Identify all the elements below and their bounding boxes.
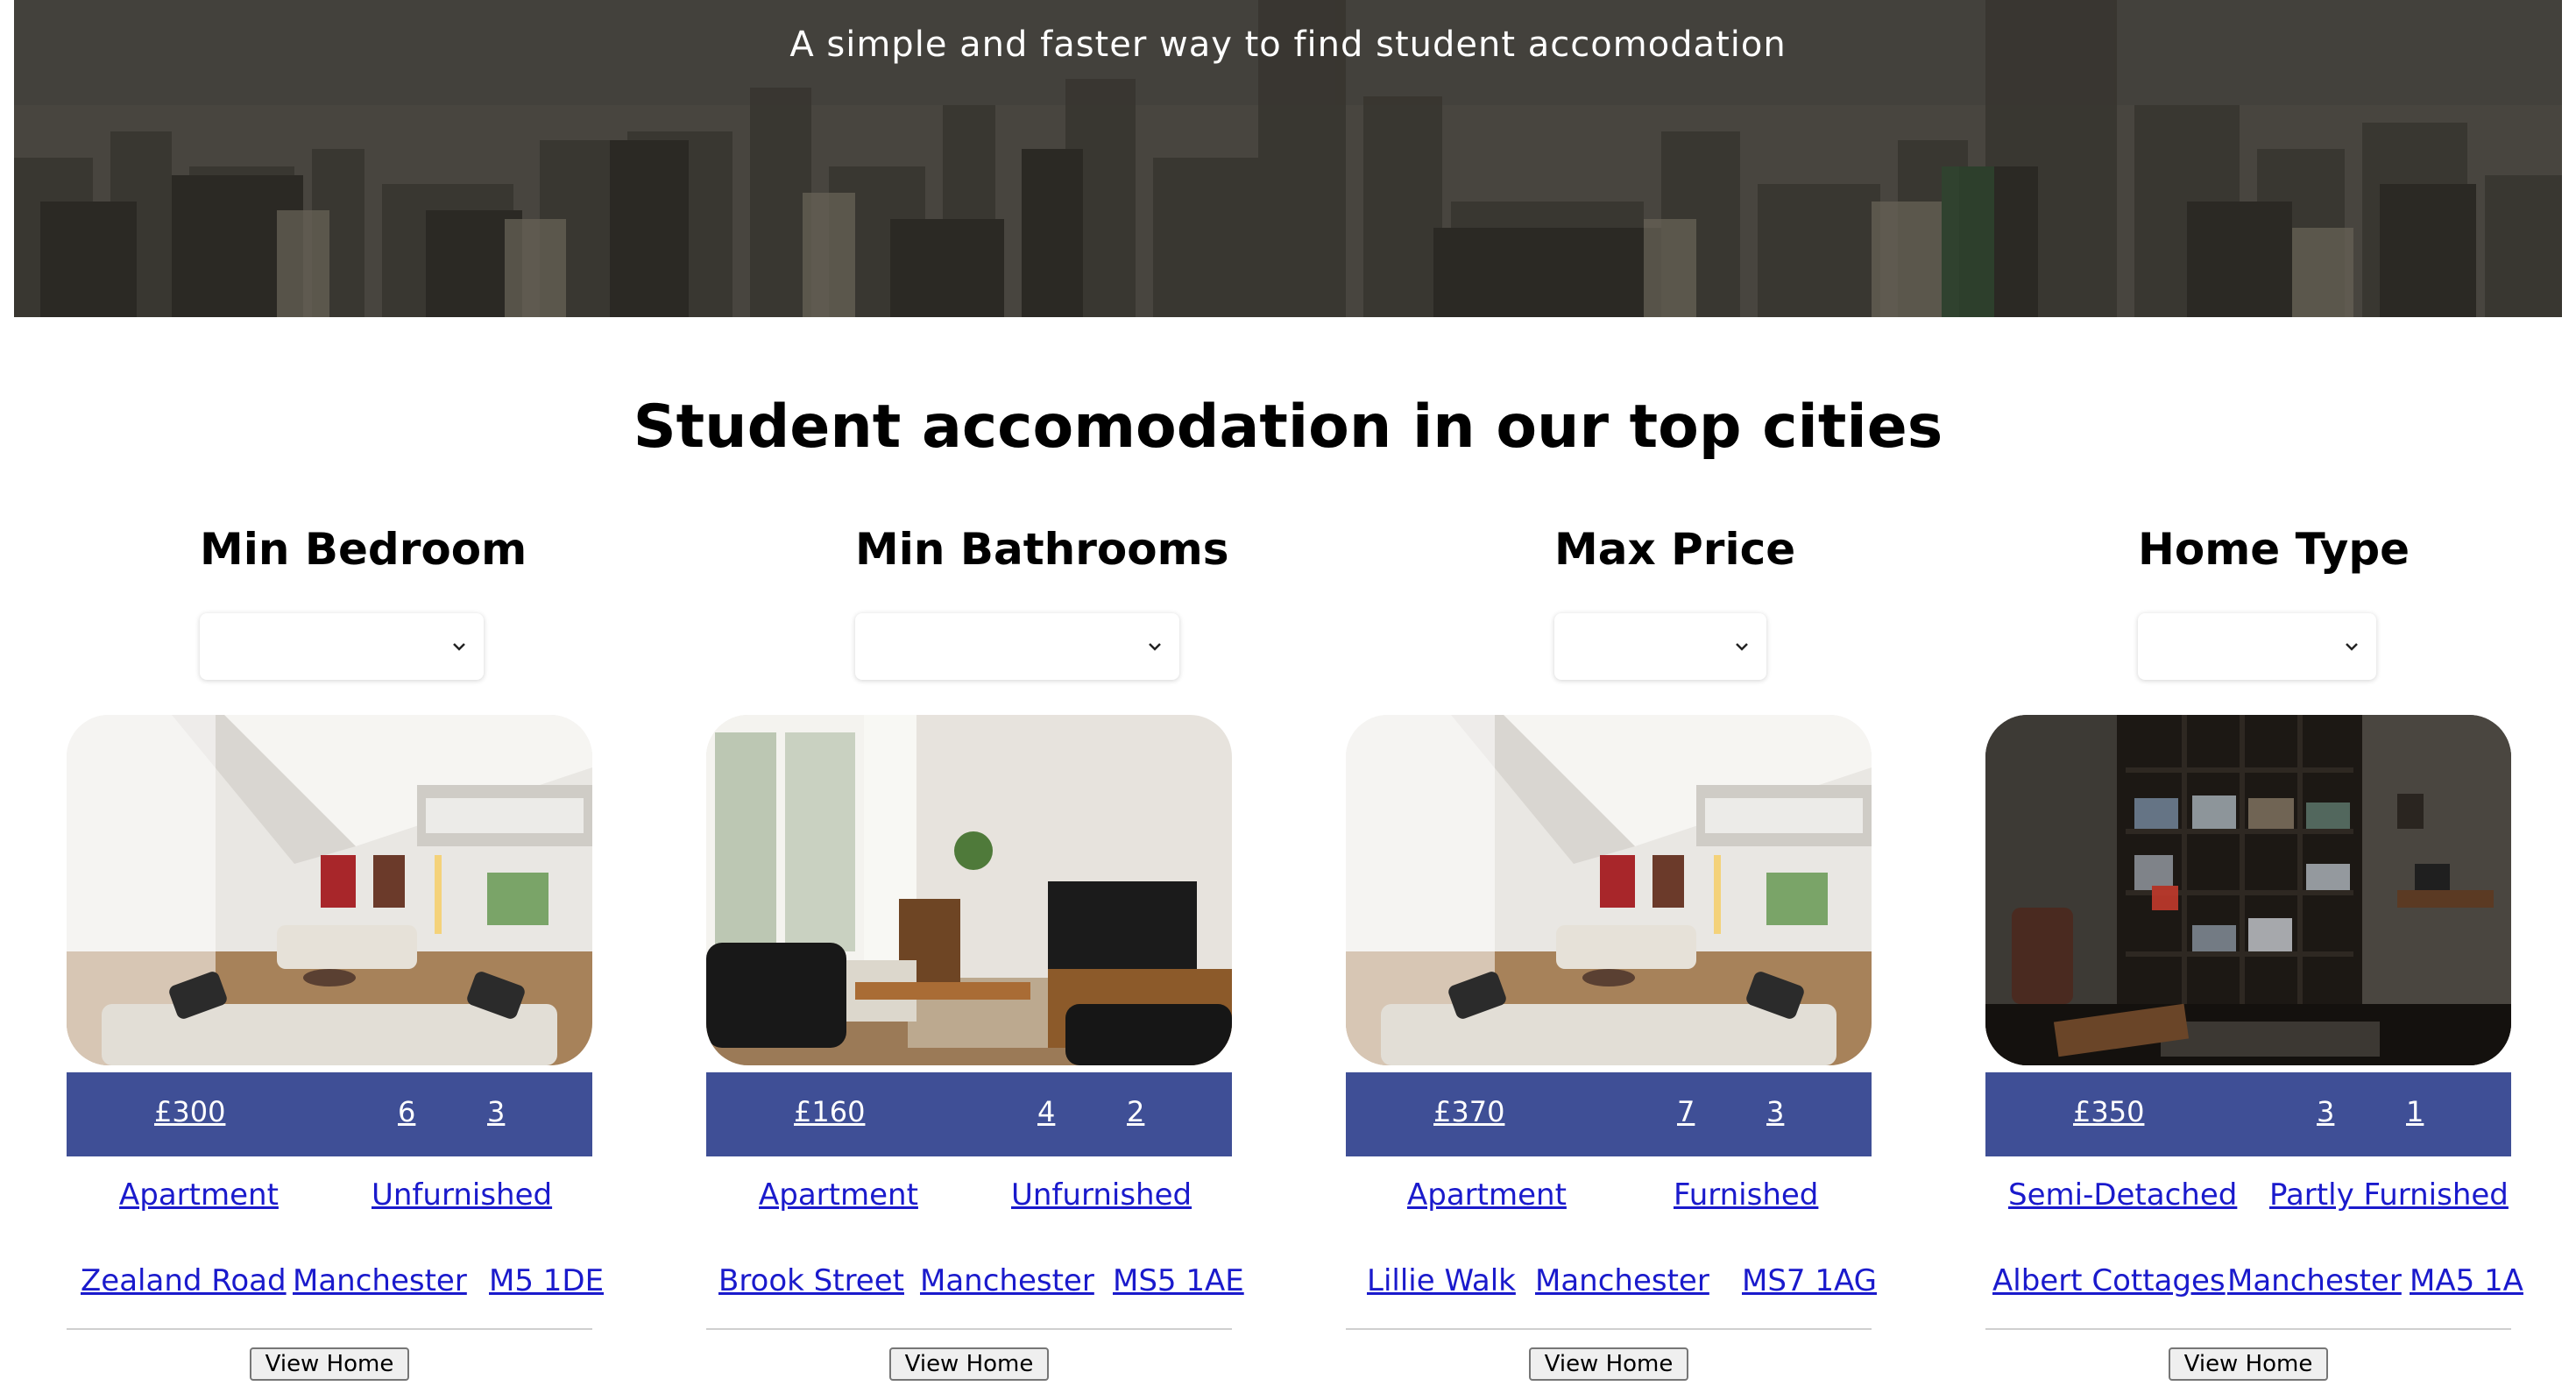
listing-card: £350 3 1 Semi-Detached Partly Furnished … bbox=[1985, 715, 2523, 1381]
postcode-link[interactable]: M5 1DE bbox=[489, 1263, 604, 1298]
max-price-select[interactable] bbox=[1554, 613, 1766, 680]
bedrooms-link[interactable]: 7 bbox=[1677, 1095, 1695, 1128]
bedrooms-link[interactable]: 6 bbox=[398, 1095, 415, 1128]
furnishing-link[interactable]: Furnished bbox=[1674, 1177, 1818, 1213]
city-link[interactable]: Manchester bbox=[1535, 1263, 1709, 1298]
bright-living-room-image bbox=[1346, 715, 1872, 1065]
hero-tagline: A simple and faster way to find student … bbox=[789, 25, 1787, 65]
home-type-link[interactable]: Apartment bbox=[1407, 1177, 1567, 1213]
min-bathrooms-select[interactable] bbox=[855, 613, 1179, 680]
divider bbox=[1985, 1328, 2511, 1330]
postcode-link[interactable]: MS5 1AE bbox=[1113, 1263, 1244, 1298]
listing-card: £160 4 2 Apartment Unfurnished Brook Str… bbox=[706, 715, 1244, 1381]
bathrooms-link[interactable]: 3 bbox=[1766, 1095, 1784, 1128]
divider bbox=[67, 1328, 592, 1330]
divider bbox=[1346, 1328, 1872, 1330]
listing-info-bar: £370 7 3 bbox=[1346, 1072, 1872, 1156]
listing-info-bar: £160 4 2 bbox=[706, 1072, 1232, 1156]
bathrooms-link[interactable]: 1 bbox=[2406, 1095, 2424, 1128]
bedrooms-link[interactable]: 4 bbox=[1037, 1095, 1055, 1128]
section-title: Student accomodation in our top cities bbox=[633, 392, 1943, 462]
chevron-down-icon bbox=[1736, 643, 1748, 651]
living-room-with-tv-image bbox=[706, 715, 1232, 1065]
listing-photo[interactable] bbox=[1346, 715, 1872, 1065]
postcode-link[interactable]: MS7 1AG bbox=[1742, 1263, 1877, 1298]
chevron-down-icon bbox=[2346, 643, 2358, 651]
filter-label: Home Type bbox=[2138, 524, 2410, 575]
price-link[interactable]: £370 bbox=[1433, 1095, 1504, 1128]
listing-info-bar: £300 6 3 bbox=[67, 1072, 592, 1156]
listing-photo[interactable] bbox=[706, 715, 1232, 1065]
home-type-link[interactable]: Apartment bbox=[119, 1177, 279, 1213]
filter-home-type: Home Type bbox=[2138, 524, 2410, 680]
listing-details: Apartment Furnished Lillie Walk Manchest… bbox=[1346, 1156, 1877, 1328]
listing-card: £300 6 3 Apartment Unfurnished Zealand R… bbox=[67, 715, 604, 1381]
chevron-down-icon bbox=[1149, 643, 1161, 651]
filter-min-bathrooms: Min Bathrooms bbox=[855, 524, 1229, 680]
chevron-down-icon bbox=[453, 643, 465, 651]
bathrooms-link[interactable]: 2 bbox=[1127, 1095, 1144, 1128]
price-link[interactable]: £350 bbox=[2073, 1095, 2144, 1128]
city-link[interactable]: Manchester bbox=[293, 1263, 467, 1298]
furnishing-link[interactable]: Partly Furnished bbox=[2269, 1177, 2509, 1213]
min-bedroom-select[interactable] bbox=[200, 613, 484, 680]
view-home-button[interactable]: View Home bbox=[249, 1347, 410, 1381]
hero-banner: A simple and faster way to find student … bbox=[14, 0, 2562, 317]
view-home-button[interactable]: View Home bbox=[2168, 1347, 2329, 1381]
bright-living-room-image bbox=[67, 715, 592, 1065]
street-link[interactable]: Zealand Road bbox=[81, 1263, 287, 1298]
listing-details: Apartment Unfurnished Brook Street Manch… bbox=[706, 1156, 1244, 1328]
view-home-button[interactable]: View Home bbox=[888, 1347, 1050, 1381]
home-type-link[interactable]: Apartment bbox=[759, 1177, 918, 1213]
bathrooms-link[interactable]: 3 bbox=[487, 1095, 505, 1128]
view-home-button[interactable]: View Home bbox=[1528, 1347, 1689, 1381]
listing-info-bar: £350 3 1 bbox=[1985, 1072, 2511, 1156]
street-link[interactable]: Lillie Walk bbox=[1367, 1263, 1516, 1298]
dark-study-bookshelf-image bbox=[1985, 715, 2511, 1065]
bedrooms-link[interactable]: 3 bbox=[2317, 1095, 2334, 1128]
home-type-link[interactable]: Semi-Detached bbox=[2008, 1177, 2237, 1213]
filter-min-bedroom: Min Bedroom bbox=[200, 524, 527, 680]
listing-photo[interactable] bbox=[1985, 715, 2511, 1065]
listing-details: Apartment Unfurnished Zealand Road Manch… bbox=[67, 1156, 604, 1328]
price-link[interactable]: £300 bbox=[154, 1095, 225, 1128]
page: A simple and faster way to find student … bbox=[0, 0, 2576, 1400]
listing-photo[interactable] bbox=[67, 715, 592, 1065]
listing-details: Semi-Detached Partly Furnished Albert Co… bbox=[1985, 1156, 2523, 1328]
street-link[interactable]: Brook Street bbox=[718, 1263, 904, 1298]
city-link[interactable]: Manchester bbox=[920, 1263, 1094, 1298]
city-link[interactable]: Manchester bbox=[2227, 1263, 2402, 1298]
filter-label: Min Bathrooms bbox=[855, 524, 1229, 575]
furnishing-link[interactable]: Unfurnished bbox=[372, 1177, 552, 1213]
furnishing-link[interactable]: Unfurnished bbox=[1011, 1177, 1192, 1213]
filter-label: Max Price bbox=[1554, 524, 1796, 575]
divider bbox=[706, 1328, 1232, 1330]
listing-card: £370 7 3 Apartment Furnished Lillie Walk… bbox=[1346, 715, 1877, 1381]
price-link[interactable]: £160 bbox=[794, 1095, 865, 1128]
street-link[interactable]: Albert Cottages bbox=[1992, 1263, 2226, 1298]
filter-max-price: Max Price bbox=[1554, 524, 1796, 680]
filter-label: Min Bedroom bbox=[200, 524, 527, 575]
home-type-select[interactable] bbox=[2138, 613, 2376, 680]
postcode-link[interactable]: MA5 1A bbox=[2410, 1263, 2523, 1298]
